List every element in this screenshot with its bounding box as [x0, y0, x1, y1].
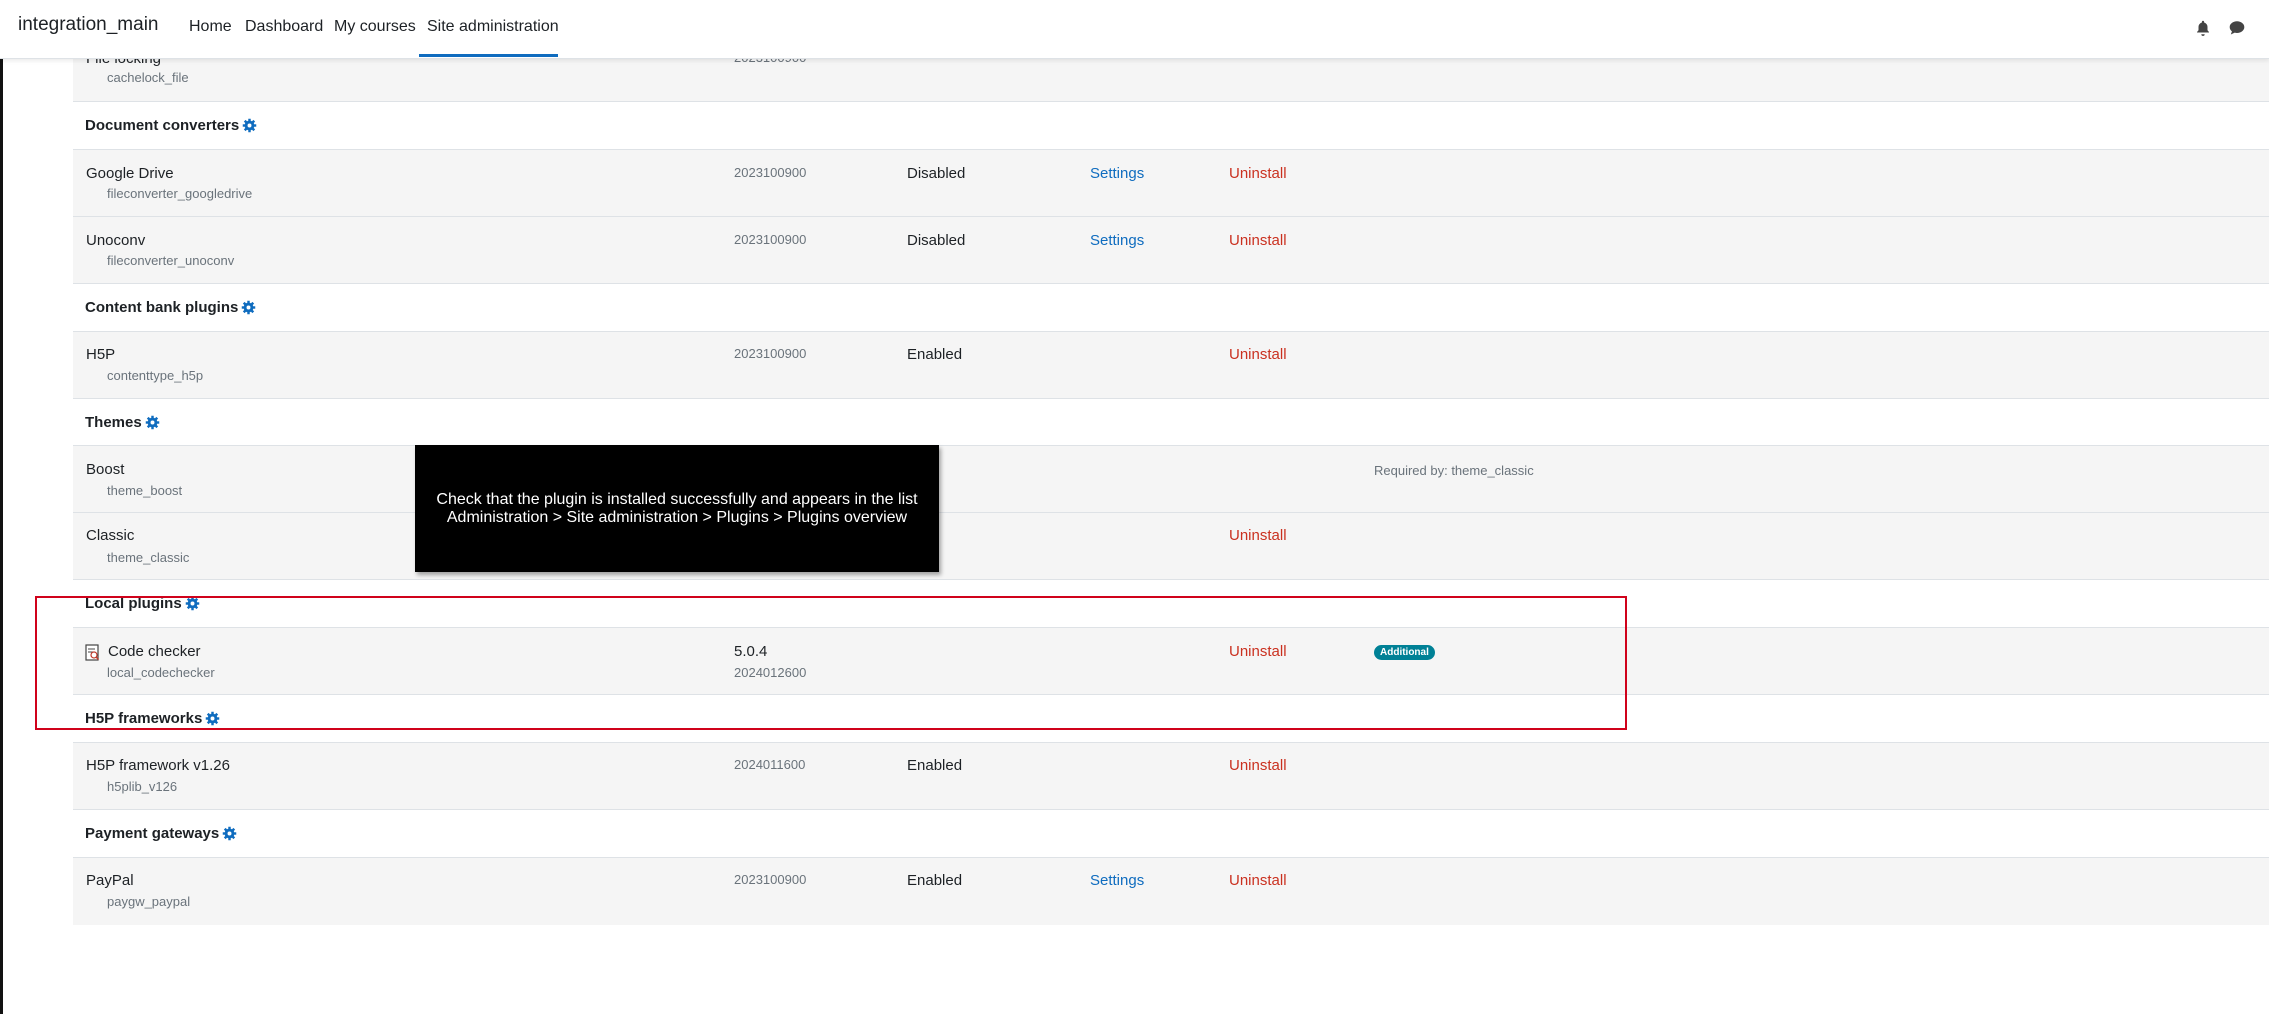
instruction-tooltip: Check that the plugin is installed succe… — [415, 445, 939, 572]
window-edge — [0, 0, 3, 1014]
gear-icon[interactable] — [241, 300, 256, 315]
uninstall-link[interactable]: Uninstall — [1229, 872, 1287, 889]
plugin-component: fileconverter_unoconv — [107, 253, 235, 268]
top-navbar: integration_main Home Dashboard My cours… — [0, 0, 2269, 59]
category-title: Payment gateways — [85, 825, 220, 842]
plugin-version: 2023100900 — [734, 872, 807, 887]
plugin-component: cachelock_file — [107, 70, 189, 85]
category-title: Document converters — [85, 117, 240, 134]
settings-link[interactable]: Settings — [1090, 872, 1144, 889]
tooltip-line-2: Administration > Site administration > P… — [446, 508, 908, 526]
plugin-name: Boost — [86, 461, 125, 478]
gear-icon[interactable] — [145, 415, 160, 430]
plugin-row-unoconv: Unoconv fileconverter_unoconv 2023100900… — [73, 216, 2269, 284]
plugin-row-googledrive: Google Drive fileconverter_googledrive 2… — [73, 149, 2269, 217]
gear-icon[interactable] — [242, 118, 257, 133]
nav-my-courses[interactable]: My courses — [334, 18, 416, 36]
gear-icon[interactable] — [222, 826, 237, 841]
category-payment-gateways: Payment gateways — [73, 809, 2269, 858]
plugin-version: 2023100900 — [734, 346, 807, 361]
plugin-name: Unoconv — [86, 232, 146, 249]
category-content-bank: Content bank plugins — [73, 283, 2269, 332]
plugin-component: paygw_paypal — [107, 894, 191, 909]
plugin-component: fileconverter_googledrive — [107, 186, 253, 201]
nav-home[interactable]: Home — [189, 18, 232, 36]
plugin-component: theme_boost — [107, 483, 183, 498]
nav-site-administration[interactable]: Site administration — [427, 18, 559, 36]
plugin-row-h5p: H5P contenttype_h5p 2023100900 Enabled U… — [73, 331, 2269, 399]
plugin-component: theme_classic — [107, 550, 190, 565]
plugin-name: Google Drive — [86, 165, 174, 182]
plugin-status: Enabled — [907, 757, 963, 774]
uninstall-link[interactable]: Uninstall — [1229, 527, 1287, 544]
category-title: Content bank plugins — [85, 299, 239, 316]
plugin-component: contenttype_h5p — [107, 368, 204, 383]
plugin-row-boost: Boost theme_boost Required by: theme_cla… — [73, 445, 2269, 513]
plugin-version: 2024011600 — [734, 757, 806, 772]
plugin-status: Disabled — [907, 232, 966, 249]
bell-icon[interactable] — [2194, 19, 2212, 37]
category-title: Themes — [85, 414, 142, 431]
category-document-converters: Document converters — [73, 101, 2269, 150]
tooltip-line-1: Check that the plugin is installed succe… — [436, 490, 918, 508]
plugin-version: 2023100900 — [734, 165, 807, 180]
uninstall-link[interactable]: Uninstall — [1229, 165, 1287, 182]
plugin-name: PayPal — [86, 872, 134, 889]
plugin-name: H5P framework v1.26 — [86, 757, 230, 774]
highlight-box — [35, 596, 1627, 730]
plugin-status: Enabled — [907, 346, 963, 363]
plugin-row-paypal: PayPal paygw_paypal 2023100900 Enabled S… — [73, 857, 2269, 925]
uninstall-link[interactable]: Uninstall — [1229, 232, 1287, 249]
plugin-version: 2023100900 — [734, 232, 807, 247]
settings-link[interactable]: Settings — [1090, 165, 1144, 182]
uninstall-link[interactable]: Uninstall — [1229, 757, 1287, 774]
category-themes: Themes — [73, 398, 2269, 446]
plugin-row-classic: Classic theme_classic Uninstall — [73, 512, 2269, 580]
plugin-name: Classic — [86, 527, 135, 544]
chat-icon[interactable] — [2228, 19, 2246, 37]
plugin-component: h5plib_v126 — [107, 779, 178, 794]
plugin-name: H5P — [86, 346, 116, 363]
settings-link[interactable]: Settings — [1090, 232, 1144, 249]
plugin-row-h5plib: H5P framework v1.26 h5plib_v126 20240116… — [73, 742, 2269, 810]
nav-dashboard[interactable]: Dashboard — [245, 18, 323, 36]
plugin-note: Required by: theme_classic — [1374, 463, 1534, 478]
active-nav-indicator — [419, 54, 558, 57]
plugin-status: Enabled — [907, 872, 963, 889]
uninstall-link[interactable]: Uninstall — [1229, 346, 1287, 363]
plugin-status: Disabled — [907, 165, 966, 182]
site-brand[interactable]: integration_main — [18, 14, 158, 36]
